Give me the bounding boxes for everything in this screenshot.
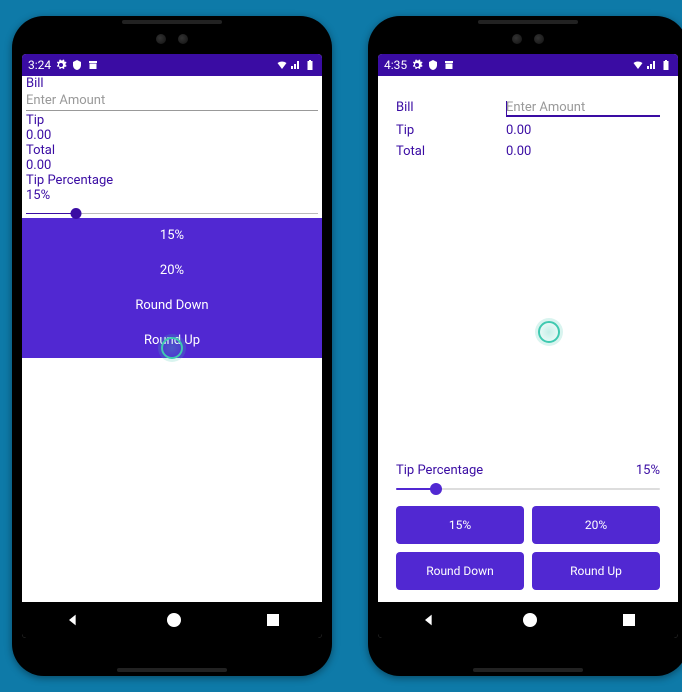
phone-frame-left: 3:24 Bill Enter Amount Tip 0.00 Total 0.… xyxy=(12,16,332,676)
bill-label: Bill xyxy=(22,76,322,91)
slider-thumb[interactable] xyxy=(70,208,81,219)
screen: 3:24 Bill Enter Amount Tip 0.00 Total 0.… xyxy=(22,54,322,638)
button-grid: 15% 20% Round Down Round Up xyxy=(396,506,660,590)
touch-indicator-icon xyxy=(538,321,560,343)
total-value: 0.00 xyxy=(506,144,531,159)
app-content: Bill Enter Amount Tip 0.00 Total 0.00 Ti… xyxy=(378,76,678,602)
bill-label: Bill xyxy=(396,100,506,117)
signal-icon xyxy=(646,59,658,71)
tip-20-button[interactable]: 20% xyxy=(532,506,660,544)
amount-input[interactable]: Enter Amount xyxy=(26,91,318,111)
touch-indicator-icon xyxy=(161,337,183,359)
battery-icon xyxy=(304,59,316,71)
back-icon[interactable] xyxy=(421,612,437,628)
round-up-button[interactable]: Round Up xyxy=(532,552,660,590)
tip-value: 0.00 xyxy=(22,128,322,143)
round-down-button[interactable]: Round Down xyxy=(22,288,322,323)
total-value: 0.00 xyxy=(22,158,322,173)
wifi-icon xyxy=(632,59,644,71)
nav-bar xyxy=(22,602,322,638)
status-bar: 4:35 xyxy=(378,54,678,76)
slider-thumb[interactable] xyxy=(430,483,442,495)
tip-pct-value: 15% xyxy=(636,463,660,478)
gear-icon xyxy=(55,59,67,71)
tip-pct-label: Tip Percentage xyxy=(396,463,483,478)
tip-pct-value: 15% xyxy=(22,188,322,203)
signal-icon xyxy=(290,59,302,71)
shield-icon xyxy=(427,59,439,71)
tip-15-button[interactable]: 15% xyxy=(396,506,524,544)
tip-value: 0.00 xyxy=(506,123,531,138)
archive-icon xyxy=(87,59,99,71)
tip-20-button[interactable]: 20% xyxy=(22,253,322,288)
recents-icon[interactable] xyxy=(267,614,279,626)
amount-input[interactable]: Enter Amount xyxy=(506,100,660,117)
gear-icon xyxy=(411,59,423,71)
home-icon[interactable] xyxy=(167,613,181,627)
shield-icon xyxy=(71,59,83,71)
battery-icon xyxy=(660,59,672,71)
recents-icon[interactable] xyxy=(623,614,635,626)
back-icon[interactable] xyxy=(65,612,81,628)
app-content: Bill Enter Amount Tip 0.00 Total 0.00 Ti… xyxy=(22,76,322,602)
wifi-icon xyxy=(276,59,288,71)
amount-placeholder: Enter Amount xyxy=(506,100,585,115)
clock: 3:24 xyxy=(28,58,51,72)
tip-label: Tip xyxy=(396,123,506,138)
tip-slider[interactable] xyxy=(396,482,660,496)
screen: 4:35 Bill Enter Amount Tip 0.00 Total xyxy=(378,54,678,638)
tip-pct-label: Tip Percentage xyxy=(22,173,322,188)
phone-frame-right: 4:35 Bill Enter Amount Tip 0.00 Total xyxy=(368,16,682,676)
tip-label: Tip xyxy=(22,113,322,128)
total-label: Total xyxy=(396,144,506,159)
nav-bar xyxy=(378,602,678,638)
archive-icon xyxy=(443,59,455,71)
total-label: Total xyxy=(22,143,322,158)
round-down-button[interactable]: Round Down xyxy=(396,552,524,590)
tip-slider[interactable] xyxy=(22,205,322,214)
status-bar: 3:24 xyxy=(22,54,322,76)
tip-15-button[interactable]: 15% xyxy=(22,218,322,253)
home-icon[interactable] xyxy=(523,613,537,627)
clock: 4:35 xyxy=(384,58,407,72)
